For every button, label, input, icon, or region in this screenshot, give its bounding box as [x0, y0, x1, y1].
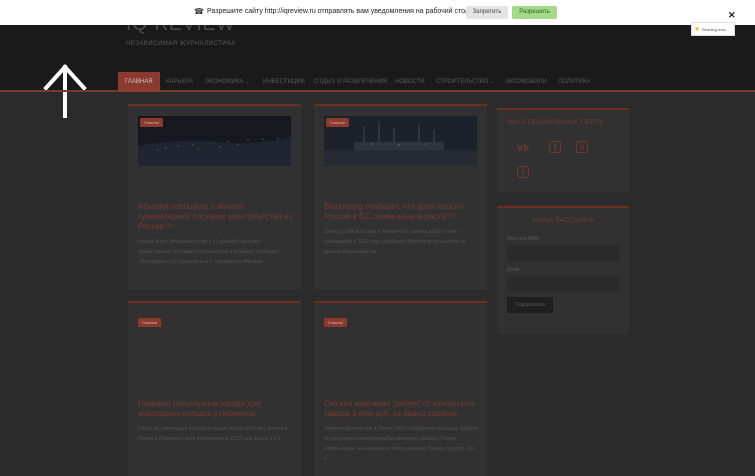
nav-item-career[interactable]: КАРЬЕРА — [166, 72, 193, 92]
vk-icon[interactable]: vk — [517, 142, 529, 154]
name-field-label: Имя или ФИО — [507, 236, 540, 242]
post-excerpt: Спрос на новогодние поездки в малые горо… — [138, 426, 288, 442]
facebook-icon[interactable]: f — [549, 141, 561, 153]
push-notification-bar: ☎ Разрешите сайту http://iqreview.ru отп… — [0, 0, 755, 25]
category-badge[interactable]: Главное — [326, 118, 349, 127]
nav-item-cars[interactable]: АВТОМОБИЛИ — [505, 72, 547, 92]
post-card: Главное Омская компания требует от кунгу… — [314, 301, 487, 476]
nav-item-economy[interactable]: ЭКОНОМИКА ⌄ — [205, 72, 250, 92]
post-excerpt: Зарегистрированное в Омске ООО «Сибирски… — [324, 426, 478, 462]
email-field-label: Email — [507, 267, 520, 273]
subscribe-button[interactable]: Подписаться — [507, 297, 553, 313]
newsletter-title: НАША РАССЫЛКА — [532, 217, 594, 224]
allow-button[interactable]: Разрешить — [512, 6, 557, 19]
nav-item-politics[interactable]: ПОЛИТИКА — [558, 72, 591, 92]
social-widget-title: МЫ В СОЦИАЛЬНЫХ СЕТЯХ — [507, 119, 604, 126]
nav-item-news[interactable]: НОВОСТИ — [395, 72, 425, 92]
nav-item-investments[interactable]: ИНВЕСТИЦИИ — [263, 72, 305, 92]
reading-now-badge[interactable]: ★ Reading now... — [691, 22, 735, 36]
name-input[interactable] — [507, 245, 619, 261]
social-widget: МЫ В СОЦИАЛЬНЫХ СЕТЯХ vk f o ) — [497, 108, 629, 192]
category-badge[interactable]: Главное — [324, 318, 347, 327]
site-tagline: НЕЗАВИСИМАЯ ЖУРНАЛИСТИКА — [126, 41, 236, 47]
post-excerpt: Новый Афон, Абхазия Россия с 21 декабря … — [138, 239, 280, 265]
post-card: Главное Bloomberg сообщил, что доля газа… — [314, 104, 487, 290]
post-card: Главное Названы популярные города для но… — [128, 301, 301, 476]
nav-item-home[interactable]: ГЛАВНАЯ — [118, 72, 160, 92]
bell-icon: ☎ — [194, 7, 204, 16]
post-title[interactable]: Абхазия сообщила о начале гуманитарных п… — [138, 202, 293, 232]
newsletter-widget: НАША РАССЫЛКА Имя или ФИО Email Подписат… — [497, 206, 629, 334]
nav-item-construction[interactable]: СТРОИТЕЛЬСТВО ⌄ — [436, 72, 495, 92]
nav-item-leisure[interactable]: ОТДЫХ И РАЗВЛЕЧЕНИЯ — [314, 72, 387, 92]
category-badge[interactable]: Главное — [138, 318, 161, 327]
rss-icon[interactable]: ) — [517, 166, 529, 178]
post-title[interactable]: Bloomberg сообщил, что доля газа из Росс… — [324, 202, 479, 222]
deny-button[interactable]: Запретить — [466, 6, 508, 19]
post-card: Главное Абхазия сообщила о начале гумани… — [128, 104, 301, 290]
post-excerpt: Доля российского газа в импорте ЕС начал… — [324, 229, 466, 255]
odnoklassniki-icon[interactable]: o — [576, 141, 588, 153]
reading-badge-label: Reading now... — [702, 27, 729, 32]
post-title[interactable]: Названы популярные города для новогодних… — [138, 399, 293, 419]
post-title[interactable]: Омская компания требует от кунгурского з… — [324, 399, 479, 419]
email-input[interactable] — [507, 276, 619, 292]
star-icon: ★ — [694, 26, 701, 33]
notification-text: Разрешите сайту http://iqreview.ru отпра… — [207, 8, 469, 15]
close-icon[interactable]: ✕ — [728, 10, 736, 21]
main-nav: ГЛАВНАЯ КАРЬЕРА ЭКОНОМИКА ⌄ ИНВЕСТИЦИИ О… — [0, 72, 755, 92]
category-badge[interactable]: Главное — [140, 118, 163, 127]
